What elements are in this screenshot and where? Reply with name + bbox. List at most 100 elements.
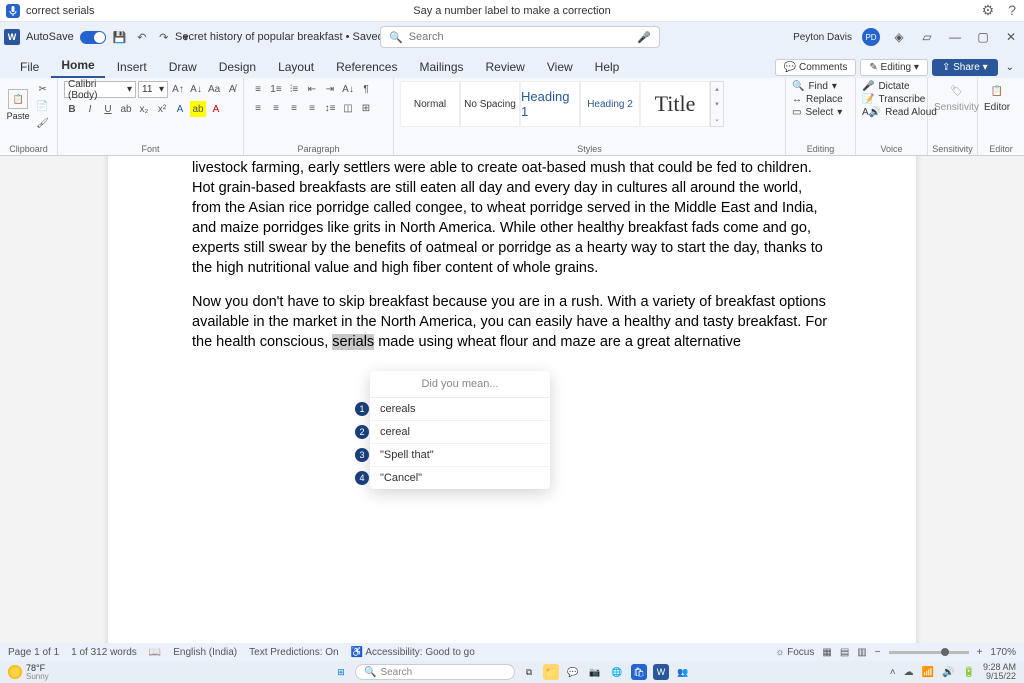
correction-option-2[interactable]: 2cereal	[370, 421, 550, 444]
redo-icon[interactable]: ↷	[156, 29, 172, 45]
italic-icon[interactable]: I	[82, 101, 98, 117]
font-color-icon[interactable]: A	[208, 101, 224, 117]
search-mic-icon[interactable]: 🎤	[637, 31, 651, 44]
copy-icon[interactable]: 📄	[34, 98, 50, 114]
close-icon[interactable]: ✕	[1002, 28, 1020, 46]
start-icon[interactable]: ⊞	[333, 664, 349, 680]
autosave-toggle[interactable]	[80, 31, 106, 44]
style-heading1[interactable]: Heading 1	[520, 81, 580, 127]
zoom-out-icon[interactable]: −	[875, 647, 881, 658]
paste-button[interactable]: 📋 Paste	[6, 81, 30, 129]
strikethrough-icon[interactable]: ab	[118, 101, 134, 117]
tab-view[interactable]: View	[537, 56, 583, 78]
format-painter-icon[interactable]: 🖌	[34, 115, 51, 131]
bullets-icon[interactable]: ≡	[250, 81, 266, 97]
tab-draw[interactable]: Draw	[159, 56, 207, 78]
numbering-icon[interactable]: 1≡	[268, 81, 284, 97]
text-effects-icon[interactable]: A	[172, 101, 188, 117]
mic-icon[interactable]	[6, 4, 20, 18]
taskbar-search[interactable]: 🔍Search	[355, 664, 515, 680]
avatar[interactable]: PD	[862, 28, 880, 46]
undo-icon[interactable]: ↶	[134, 29, 150, 45]
shading-icon[interactable]: ◫	[340, 100, 356, 116]
align-right-icon[interactable]: ≡	[286, 100, 302, 116]
multilevel-icon[interactable]: ⫶≡	[286, 81, 302, 97]
style-heading2[interactable]: Heading 2	[580, 81, 640, 127]
tab-help[interactable]: Help	[585, 56, 630, 78]
share-button[interactable]: ⇪ Share ▾	[932, 59, 998, 76]
justify-icon[interactable]: ≡	[304, 100, 320, 116]
clear-format-icon[interactable]: A̸	[224, 82, 240, 98]
weather-icon[interactable]	[8, 665, 22, 679]
tab-layout[interactable]: Layout	[268, 56, 324, 78]
minimize-icon[interactable]: —	[946, 28, 964, 46]
font-size-selector[interactable]: 11▾	[138, 81, 168, 98]
cut-icon[interactable]: ✂	[35, 81, 51, 97]
tray-date[interactable]: 9/15/22	[983, 672, 1016, 681]
increase-font-icon[interactable]: A↑	[170, 82, 186, 98]
read-aloud-button[interactable]: A🔊 Read Aloud	[862, 107, 937, 118]
camera-icon[interactable]: 📷	[587, 664, 603, 680]
editor-button[interactable]: 📋Editor	[984, 81, 1010, 113]
styles-gallery[interactable]: Normal No Spacing Heading 1 Heading 2 Ti…	[400, 81, 724, 127]
tab-references[interactable]: References	[326, 56, 407, 78]
zoom-slider[interactable]	[889, 651, 969, 654]
show-marks-icon[interactable]: ¶	[358, 81, 374, 97]
document-area[interactable]: history. When humanity switched from a h…	[0, 156, 1024, 643]
document-title[interactable]: Secret history of popular breakfast • Sa…	[175, 31, 393, 43]
tab-file[interactable]: File	[10, 56, 49, 78]
subscript-icon[interactable]: x₂	[136, 101, 152, 117]
select-button[interactable]: ▭ Select ▾	[792, 107, 843, 118]
tray-wifi-icon[interactable]: 📶	[922, 667, 934, 678]
tray-chevron-icon[interactable]: ˄	[890, 667, 896, 678]
word-taskbar-icon[interactable]: W	[653, 664, 669, 680]
status-words[interactable]: 1 of 312 words	[71, 647, 137, 658]
zoom-in-icon[interactable]: +	[977, 647, 983, 658]
store-icon[interactable]: 🛍	[631, 664, 647, 680]
highlight-icon[interactable]: ab	[190, 101, 206, 117]
line-spacing-icon[interactable]: ↕≡	[322, 100, 338, 116]
decrease-indent-icon[interactable]: ⇤	[304, 81, 320, 97]
find-button[interactable]: 🔍 Find ▾	[792, 81, 843, 92]
decrease-font-icon[interactable]: A↓	[188, 82, 204, 98]
tab-review[interactable]: Review	[476, 56, 535, 78]
people-icon[interactable]: 👥	[675, 664, 691, 680]
search-input[interactable]: 🔍 Search 🎤	[380, 26, 660, 48]
font-name-selector[interactable]: Calibri (Body)▾	[64, 81, 136, 98]
status-predictions[interactable]: Text Predictions: On	[249, 647, 338, 658]
paragraph-1[interactable]: history. When humanity switched from a h…	[192, 156, 832, 278]
align-center-icon[interactable]: ≡	[268, 100, 284, 116]
replace-button[interactable]: ↔ Replace	[792, 94, 843, 105]
maximize-icon[interactable]: ▢	[974, 28, 992, 46]
collapse-ribbon-icon[interactable]: ⌄	[1002, 60, 1018, 75]
transcribe-button[interactable]: 📝 Transcribe	[862, 94, 937, 105]
status-language[interactable]: English (India)	[173, 647, 237, 658]
settings-icon[interactable]: ⚙	[982, 2, 995, 19]
superscript-icon[interactable]: x²	[154, 101, 170, 117]
editing-mode-button[interactable]: ✎ Editing ▾	[860, 59, 928, 76]
save-icon[interactable]: 💾	[112, 29, 128, 45]
status-spellcheck-icon[interactable]: 📖	[149, 647, 161, 658]
explorer-icon[interactable]: 📁	[543, 664, 559, 680]
correction-option-3[interactable]: 3"Spell that"	[370, 444, 550, 467]
tab-insert[interactable]: Insert	[107, 56, 157, 78]
comments-button[interactable]: 💬 Comments	[775, 59, 857, 76]
tray-onedrive-icon[interactable]: ☁	[904, 667, 914, 678]
account-name[interactable]: Peyton Davis	[793, 32, 852, 43]
borders-icon[interactable]: ⊞	[358, 100, 374, 116]
bold-icon[interactable]: B	[64, 101, 80, 117]
sort-icon[interactable]: A↓	[340, 81, 356, 97]
focus-mode-button[interactable]: ☼ Focus	[775, 647, 814, 658]
zoom-level[interactable]: 170%	[990, 647, 1016, 658]
style-normal[interactable]: Normal	[400, 81, 460, 127]
correction-option-1[interactable]: 1cereals	[370, 398, 550, 421]
align-left-icon[interactable]: ≡	[250, 100, 266, 116]
tray-battery-icon[interactable]: 🔋	[963, 667, 975, 678]
status-accessibility[interactable]: ♿ Accessibility: Good to go	[351, 647, 475, 658]
chat-icon[interactable]: 💬	[565, 664, 581, 680]
styles-scroll[interactable]: ▴▾⌄	[710, 81, 724, 127]
dictate-button[interactable]: 🎤 Dictate	[862, 81, 937, 92]
tab-design[interactable]: Design	[209, 56, 266, 78]
tray-volume-icon[interactable]: 🔊	[942, 667, 954, 678]
sensitivity-button[interactable]: 🏷Sensitivity	[934, 81, 979, 113]
